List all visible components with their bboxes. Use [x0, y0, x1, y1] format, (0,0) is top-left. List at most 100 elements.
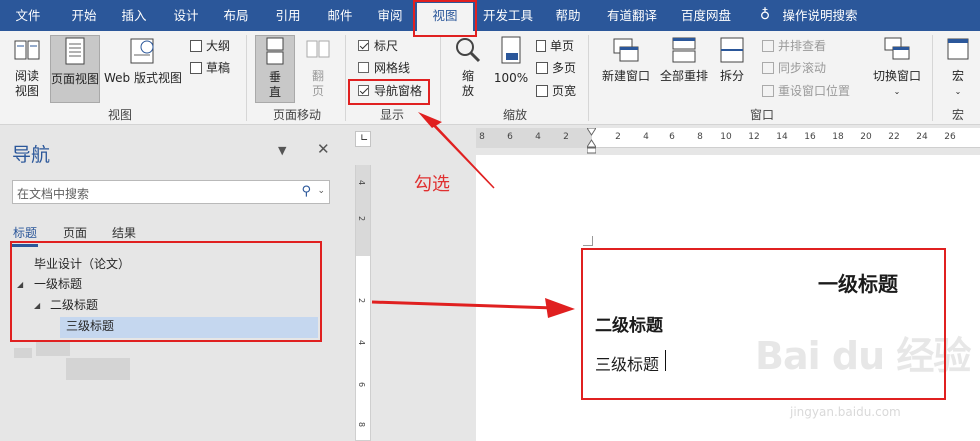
arrange-all-label: 全部重排: [659, 69, 708, 83]
tab-file[interactable]: 文件: [4, 0, 52, 31]
tab-references[interactable]: 引用: [264, 0, 312, 31]
navigation-pane: 导航 ▼ ✕ 在文档中搜索 ⚲ ⌄ 标题 页面 结果 毕业设计（论文） ◢ 一级…: [0, 126, 348, 441]
tab-youdao[interactable]: 有道翻译: [600, 0, 664, 31]
new-window-button[interactable]: 新建窗口: [598, 35, 654, 103]
outline-label: 大纲: [206, 39, 231, 53]
reading-view-button[interactable]: 阅读 视图: [6, 35, 48, 103]
ruler-number: 2: [615, 132, 621, 142]
ruler-checkbox[interactable]: 标尺: [358, 37, 398, 55]
arrange-icon: [672, 37, 696, 63]
tab-baidu-netdisk[interactable]: 百度网盘: [674, 0, 738, 31]
arrange-all-button[interactable]: 全部重排: [656, 35, 712, 103]
magnifier-icon: [456, 38, 481, 63]
pane-options-icon[interactable]: ▼: [278, 144, 286, 157]
zoom-label: 缩 放: [461, 69, 474, 98]
search-icon[interactable]: ⚲: [301, 184, 311, 199]
new-window-label: 新建窗口: [601, 69, 650, 83]
tab-results[interactable]: 结果: [112, 224, 136, 241]
split-button[interactable]: 拆分: [714, 35, 750, 103]
margin-corner-mark: [583, 236, 593, 246]
ruler-number: 4: [535, 132, 541, 142]
tab-selector[interactable]: ∟: [355, 131, 371, 147]
gridlines-label: 网格线: [374, 61, 411, 75]
zoom-button[interactable]: 缩 放: [448, 35, 488, 103]
ruler-number: 10: [720, 132, 732, 142]
page-width-icon: [536, 85, 548, 97]
reset-position-button[interactable]: 重设窗口位置: [762, 82, 850, 100]
vertical-button[interactable]: 垂 直: [255, 35, 295, 103]
separator: [932, 35, 933, 121]
one-page-button[interactable]: 单页: [536, 37, 574, 55]
outline-icon: [190, 40, 202, 52]
ruler-number: 2: [357, 297, 367, 304]
side-to-side-button[interactable]: 翻 页: [298, 35, 338, 103]
page-width-button[interactable]: 页宽: [536, 82, 576, 100]
switch-windows-label: 切换窗口: [872, 69, 921, 83]
vertical-pages-icon: [266, 37, 284, 65]
chevron-down-icon[interactable]: ⌄: [317, 186, 325, 196]
tab-developer[interactable]: 开发工具: [478, 0, 538, 31]
draft-button[interactable]: 草稿: [190, 59, 230, 77]
print-layout-button[interactable]: 页面视图: [50, 35, 100, 103]
group-label-show: 显示: [379, 108, 404, 122]
ribbon-tab-bar: 文件 开始 插入 设计 布局 引用 邮件 审阅 视图 开发工具 帮助 有道翻译 …: [0, 0, 980, 31]
page-icon: [65, 37, 85, 65]
watermark-url: jingyan.baidu.com: [790, 405, 901, 419]
checkbox-unchecked-icon: [358, 62, 369, 73]
tab-design[interactable]: 设计: [162, 0, 210, 31]
globe-page-icon: [130, 38, 154, 64]
indent-markers[interactable]: [586, 127, 597, 154]
side-to-side-label: 翻 页: [311, 69, 324, 98]
ruler-number: 4: [643, 132, 649, 142]
tab-mailings[interactable]: 邮件: [316, 0, 364, 31]
left-tab-icon: ∟: [360, 133, 369, 144]
tab-home[interactable]: 开始: [60, 0, 108, 31]
macros-button[interactable]: 宏 ⌄: [940, 35, 976, 103]
switch-windows-button[interactable]: 切换窗口 ⌄: [868, 35, 926, 103]
multi-page-icon: [536, 62, 548, 74]
separator: [588, 35, 589, 121]
tab-insert[interactable]: 插入: [110, 0, 158, 31]
separator: [345, 35, 346, 121]
side-by-side-button[interactable]: 并排查看: [762, 37, 826, 55]
separator: [440, 35, 441, 121]
print-layout-label: 页面视图: [51, 72, 100, 86]
one-page-label: 单页: [550, 39, 575, 53]
tab-review[interactable]: 审阅: [366, 0, 414, 31]
blurred-region: [14, 348, 32, 358]
chevron-down-icon: ⌄: [893, 87, 901, 96]
outline-button[interactable]: 大纲: [190, 37, 230, 55]
zoom-100-label: 100%: [493, 71, 529, 85]
reading-view-label: 阅读 视图: [14, 69, 39, 98]
blurred-region: [66, 358, 130, 380]
annotation-check: 勾选: [414, 174, 450, 195]
multiple-pages-button[interactable]: 多页: [536, 59, 576, 77]
tab-layout[interactable]: 布局: [212, 0, 260, 31]
separator: [246, 35, 247, 121]
tab-help[interactable]: 帮助: [545, 0, 591, 31]
ruler-number: 6: [357, 381, 367, 388]
ruler-number: 18: [832, 132, 844, 142]
sync-scroll-button[interactable]: 同步滚动: [762, 59, 826, 77]
web-layout-button[interactable]: Web 版式视图: [102, 35, 184, 103]
page-100-icon: [501, 36, 521, 64]
ruler-number: 8: [697, 132, 703, 142]
page-width-label: 页宽: [552, 84, 577, 98]
sync-scroll-label: 同步滚动: [778, 61, 827, 75]
ruler-number: 20: [860, 132, 872, 142]
tab-headings[interactable]: 标题: [13, 224, 37, 241]
reset-position-icon: [762, 85, 774, 97]
zoom-100-button[interactable]: 100%: [490, 35, 532, 103]
ruler-number: 14: [776, 132, 788, 142]
checkbox-checked-icon: [358, 40, 369, 51]
new-window-icon: [613, 38, 639, 62]
tell-me-search[interactable]: 操作说明搜索: [780, 0, 860, 31]
gridlines-checkbox[interactable]: 网格线: [358, 59, 410, 77]
close-icon[interactable]: ✕: [317, 140, 330, 158]
search-input[interactable]: 在文档中搜索 ⚲ ⌄: [12, 180, 330, 204]
ruler-number: 6: [507, 132, 513, 142]
highlight-box-tree: [10, 241, 322, 342]
group-label-zoom: 缩放: [502, 108, 527, 122]
blurred-region: [36, 342, 70, 356]
tab-pages[interactable]: 页面: [63, 224, 87, 241]
